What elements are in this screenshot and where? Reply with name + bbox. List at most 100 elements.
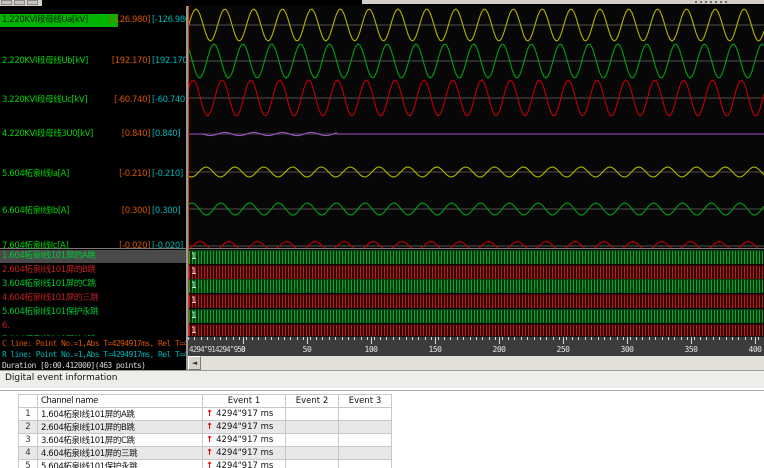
- axis-minor-tick: [648, 337, 650, 340]
- axis-minor-tick: [584, 337, 586, 340]
- axis-minor-tick: [661, 337, 663, 340]
- digital-bar-state: 1: [191, 266, 197, 277]
- axis-minor-tick: [252, 337, 253, 340]
- toolbar-button[interactable]: [27, 0, 38, 5]
- analog-channel-row[interactable]: 3.220KVⅠ段母线Uc[kV] [-60.740] [-60.740]: [0, 94, 186, 107]
- axis-minor-tick: [546, 337, 548, 340]
- axis-minor-tick: [271, 337, 273, 340]
- axis-minor-tick: [418, 337, 420, 340]
- analog-channel-row[interactable]: 5.604柘泉Ⅰ线Ia[A] [-0.210] [-0.210]: [0, 168, 186, 181]
- axis-minor-tick: [719, 337, 721, 340]
- axis-minor-tick: [636, 337, 637, 340]
- axis-minor-tick: [220, 337, 221, 340]
- axis-minor-tick: [732, 337, 733, 340]
- channel-r-value: [192.170]: [152, 56, 186, 66]
- toolbar-button[interactable]: [1, 0, 12, 5]
- status-block: C line: Point No.=1,Abs T=4294917ms, Rel…: [0, 336, 186, 370]
- analog-channel-row[interactable]: 1.220KVⅠ段母线Ua[kV] [-126.980][-126.980]: [0, 14, 186, 27]
- digital-channel-label[interactable]: 4.604柘泉Ⅰ线101屏的三跳: [0, 292, 186, 305]
- axis-minor-tick: [405, 337, 407, 340]
- channel-name: 2.220KVⅠ段母线Ub[kV]: [2, 56, 88, 66]
- axis-minor-tick: [277, 337, 279, 340]
- axis-tick-label: 250: [556, 345, 570, 354]
- event-row[interactable]: 3 3.604柘泉Ⅰ线101屏的C跳 ↑ 4294"917 ms: [18, 433, 392, 447]
- event-row[interactable]: 1 1.604柘泉Ⅰ线101屏的A跳 ↑ 4294"917 ms: [18, 407, 392, 421]
- axis-tick-label: 350: [684, 345, 698, 354]
- axis-minor-tick: [604, 337, 605, 340]
- digital-channel-label[interactable]: 6.: [0, 320, 186, 333]
- axis-minor-tick: [508, 337, 509, 340]
- horizontal-scrollbar[interactable]: ◄: [188, 356, 764, 370]
- event-rise-icon: ↑: [206, 422, 214, 432]
- event1-cell: ↑ 4294"917 ms: [202, 407, 286, 421]
- event-time: 4294"917 ms: [216, 422, 274, 432]
- digital-bar: 1: [189, 279, 763, 294]
- digital-channel-label[interactable]: 5.604柘泉Ⅰ线101保护永跳: [0, 306, 186, 319]
- channel-name: 5.604柘泉Ⅰ线Ia[A]: [2, 169, 69, 179]
- channel-r-value: [0.840]: [152, 129, 181, 139]
- event-section: Digital event information Channel name E…: [0, 370, 764, 468]
- axis-minor-tick: [373, 337, 375, 340]
- axis-minor-tick: [572, 337, 573, 340]
- axis-minor-tick: [591, 337, 593, 340]
- event-section-title: Digital event information: [5, 373, 118, 383]
- channel-name-cell: 4.604柘泉Ⅰ线101屏的三跳: [37, 446, 203, 460]
- channel-name-cell: 5.604柘泉Ⅰ线101保护永跳: [37, 459, 203, 468]
- axis-tick-label: 150: [428, 345, 442, 354]
- row-number-cell: 2: [18, 420, 38, 434]
- axis-minor-tick: [412, 337, 413, 340]
- digital-channel-label[interactable]: 2.604柘泉Ⅰ线101屏的B跳: [0, 264, 186, 277]
- axis-minor-tick: [328, 337, 330, 340]
- channel-c-value: [0.300]: [121, 206, 151, 216]
- axis-minor-tick: [232, 337, 234, 340]
- digital-bar-state: 1: [191, 281, 197, 292]
- digital-channel-label[interactable]: 3.604柘泉Ⅰ线101屏的C跳: [0, 278, 186, 291]
- axis-tick-label: 300: [620, 345, 634, 354]
- digital-channel-label[interactable]: 1.604柘泉Ⅰ线101屏的A跳: [0, 250, 186, 263]
- cursor-line[interactable]: [188, 6, 189, 336]
- axis-minor-tick: [476, 337, 477, 340]
- column-header-event1: Event 1: [202, 394, 286, 408]
- analog-channel-row[interactable]: 2.220KVⅠ段母线Ub[kV] [192.170][192.170]: [0, 55, 186, 68]
- column-header-channel: Channel name: [37, 394, 203, 408]
- scrollbar-track[interactable]: [201, 356, 764, 370]
- scroll-left-icon: ◄: [191, 359, 198, 367]
- event-rise-icon: ↑: [206, 461, 214, 468]
- event-row[interactable]: 2 2.604柘泉Ⅰ线101屏的B跳 ↑ 4294"917 ms: [18, 420, 392, 434]
- row-number-cell: 5: [18, 459, 38, 468]
- row-number-cell: 4: [18, 446, 38, 460]
- axis-minor-tick: [610, 337, 612, 340]
- axis-minor-tick: [284, 337, 285, 340]
- axis-minor-tick: [463, 337, 465, 340]
- axis-minor-tick: [674, 337, 676, 340]
- channel-r-value: [-60.740]: [152, 95, 186, 105]
- analog-channel-row[interactable]: 6.604柘泉Ⅰ线Ib[A] [0.300] [0.300]: [0, 205, 186, 218]
- axis-minor-tick: [725, 337, 727, 340]
- event-time: 4294"917 ms: [216, 448, 274, 458]
- axis-major-tick: [243, 337, 244, 344]
- channel-c-value: [-0.210]: [119, 169, 150, 179]
- axis-major-tick: [435, 337, 436, 344]
- axis-minor-tick: [520, 337, 522, 340]
- axis-minor-tick: [316, 337, 317, 340]
- channel-r-value: [-126.980]: [152, 15, 186, 25]
- event-table: Channel name Event 1 Event 2 Event 3 1 1.…: [18, 394, 392, 468]
- toolbar-button[interactable]: [14, 0, 25, 5]
- axis-major-tick: [371, 337, 372, 344]
- waveform-area[interactable]: 111111 4294"914294"950 0 50 100 150 200 250 30…: [188, 6, 764, 370]
- event-row[interactable]: 4 4.604柘泉Ⅰ线101屏的三跳 ↑ 4294"917 ms: [18, 446, 392, 460]
- axis-minor-tick: [680, 337, 682, 340]
- waveform-canvas[interactable]: [188, 6, 764, 248]
- axis-minor-tick: [514, 337, 516, 340]
- axis-minor-tick: [322, 337, 324, 340]
- event1-cell: ↑ 4294"917 ms: [202, 433, 286, 447]
- scroll-left-button[interactable]: ◄: [188, 356, 201, 370]
- digital-bar-state: 1: [191, 310, 197, 321]
- status-r-line: R line: Point No.=1,Abs T=4294917ms, Rel…: [2, 350, 186, 359]
- axis-minor-tick: [290, 337, 292, 340]
- event-row[interactable]: 5 5.604柘泉Ⅰ线101保护永跳 ↑ 4294"917 ms: [18, 459, 392, 468]
- analog-channel-row[interactable]: 4.220KVⅠ段母线3U0[kV] [0.840] [0.840]: [0, 128, 186, 141]
- axis-minor-tick: [552, 337, 554, 340]
- axis-minor-tick: [488, 337, 490, 340]
- axis-tick-label: 50: [302, 345, 312, 354]
